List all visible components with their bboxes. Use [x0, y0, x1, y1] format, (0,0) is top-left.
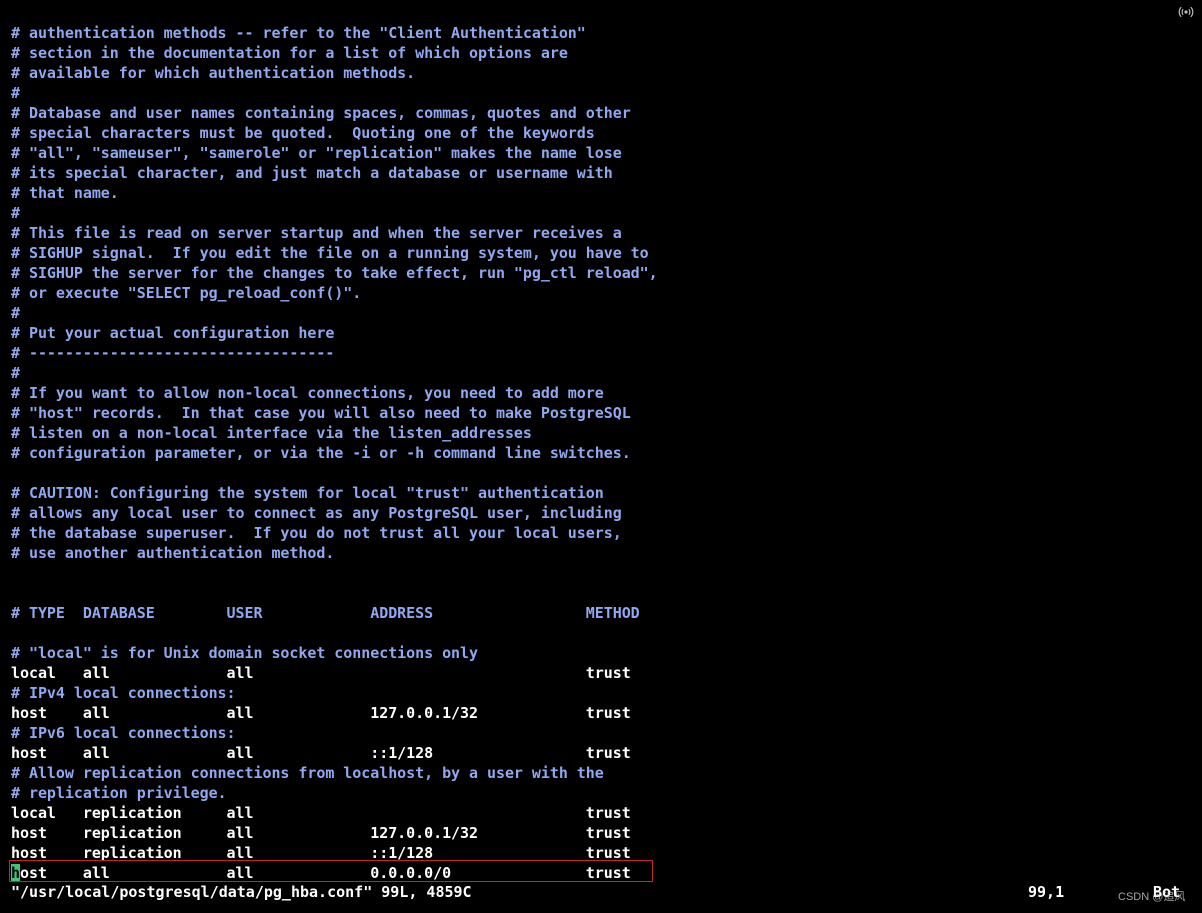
- comment-line: # ----------------------------------: [11, 344, 335, 362]
- status-cursor-position: 99,1: [1028, 883, 1065, 901]
- comment-line: # CAUTION: Configuring the system for lo…: [11, 484, 604, 502]
- comment-line: # SIGHUP the server for the changes to t…: [11, 264, 658, 282]
- comment-line: # replication privilege.: [11, 784, 227, 802]
- status-file-info: "/usr/local/postgresql/data/pg_hba.conf"…: [11, 883, 472, 901]
- comment-line: [11, 563, 658, 583]
- comment-line: # Allow replication connections from loc…: [11, 764, 604, 782]
- comment-line: # Put your actual configuration here: [11, 324, 335, 342]
- comment-line: # "host" records. In that case you will …: [11, 404, 631, 422]
- comment-line: # section in the documentation for a lis…: [11, 44, 568, 62]
- comment-line: [11, 623, 658, 643]
- terminal-window[interactable]: # authentication methods -- refer to the…: [0, 0, 1202, 913]
- comment-line: # TYPE DATABASE USER ADDRESS METHOD: [11, 604, 640, 622]
- broadcast-icon[interactable]: [1178, 4, 1194, 20]
- comment-line: #: [11, 84, 20, 102]
- config-line: host all all 127.0.0.1/32 trust: [11, 704, 631, 722]
- comment-line: # available for which authentication met…: [11, 64, 416, 82]
- comment-line: # use another authentication method.: [11, 544, 335, 562]
- comment-line: # authentication methods -- refer to the…: [11, 24, 586, 42]
- comment-line: # allows any local user to connect as an…: [11, 504, 622, 522]
- comment-line: #: [11, 204, 20, 222]
- comment-line: # IPv4 local connections:: [11, 684, 236, 702]
- highlight-annotation-box: [9, 860, 653, 882]
- comment-line: # "all", "sameuser", "samerole" or "repl…: [11, 144, 622, 162]
- comment-line: # If you want to allow non-local connect…: [11, 384, 604, 402]
- comment-line: # its special character, and just match …: [11, 164, 613, 182]
- config-line: host replication all 127.0.0.1/32 trust: [11, 824, 631, 842]
- comment-line: # that name.: [11, 184, 119, 202]
- comment-line: # configuration parameter, or via the -i…: [11, 444, 631, 462]
- config-line: local all all trust: [11, 664, 631, 682]
- comment-line: #: [11, 364, 20, 382]
- comment-line: # This file is read on server startup an…: [11, 224, 622, 242]
- comment-line: # "local" is for Unix domain socket conn…: [11, 644, 479, 662]
- comment-line: # special characters must be quoted. Quo…: [11, 124, 595, 142]
- comment-line: #: [11, 304, 20, 322]
- comment-line: # or execute "SELECT pg_reload_conf()".: [11, 284, 362, 302]
- comment-line: # IPv6 local connections:: [11, 724, 236, 742]
- comment-line: # SIGHUP signal. If you edit the file on…: [11, 244, 649, 262]
- comment-line: # Database and user names containing spa…: [11, 104, 631, 122]
- comment-line: # listen on a non-local interface via th…: [11, 424, 532, 442]
- config-line: local replication all trust: [11, 804, 631, 822]
- comment-line: # the database superuser. If you do not …: [11, 524, 622, 542]
- comment-line: [11, 463, 658, 483]
- config-line: host all all ::1/128 trust: [11, 744, 631, 762]
- status-scroll-indicator: Bot: [1153, 883, 1181, 901]
- editor-text-area[interactable]: # authentication methods -- refer to the…: [11, 23, 658, 863]
- comment-line: [11, 583, 658, 603]
